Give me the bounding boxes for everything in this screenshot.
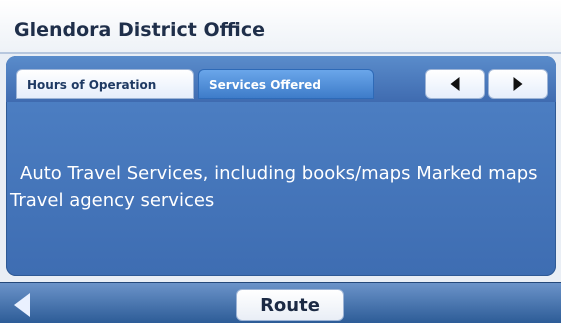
back-arrow-icon	[14, 293, 30, 317]
previous-button[interactable]	[425, 69, 485, 99]
services-text: Auto Travel Services, including books/ma…	[10, 160, 550, 214]
triangle-right-icon	[513, 77, 523, 91]
tab-services-offered[interactable]: Services Offered	[198, 69, 374, 99]
back-button[interactable]	[10, 291, 38, 319]
screen: Glendora District Office Hours of Operat…	[0, 0, 561, 323]
services-line-2: Travel agency services	[10, 190, 215, 211]
services-line-1: Auto Travel Services, including books/ma…	[20, 163, 538, 184]
next-button[interactable]	[488, 69, 548, 99]
triangle-left-icon	[450, 77, 460, 91]
tab-hours-of-operation[interactable]: Hours of Operation	[16, 69, 194, 99]
page-title: Glendora District Office	[14, 19, 265, 41]
route-button[interactable]: Route	[236, 289, 344, 321]
header: Glendora District Office	[0, 0, 561, 54]
